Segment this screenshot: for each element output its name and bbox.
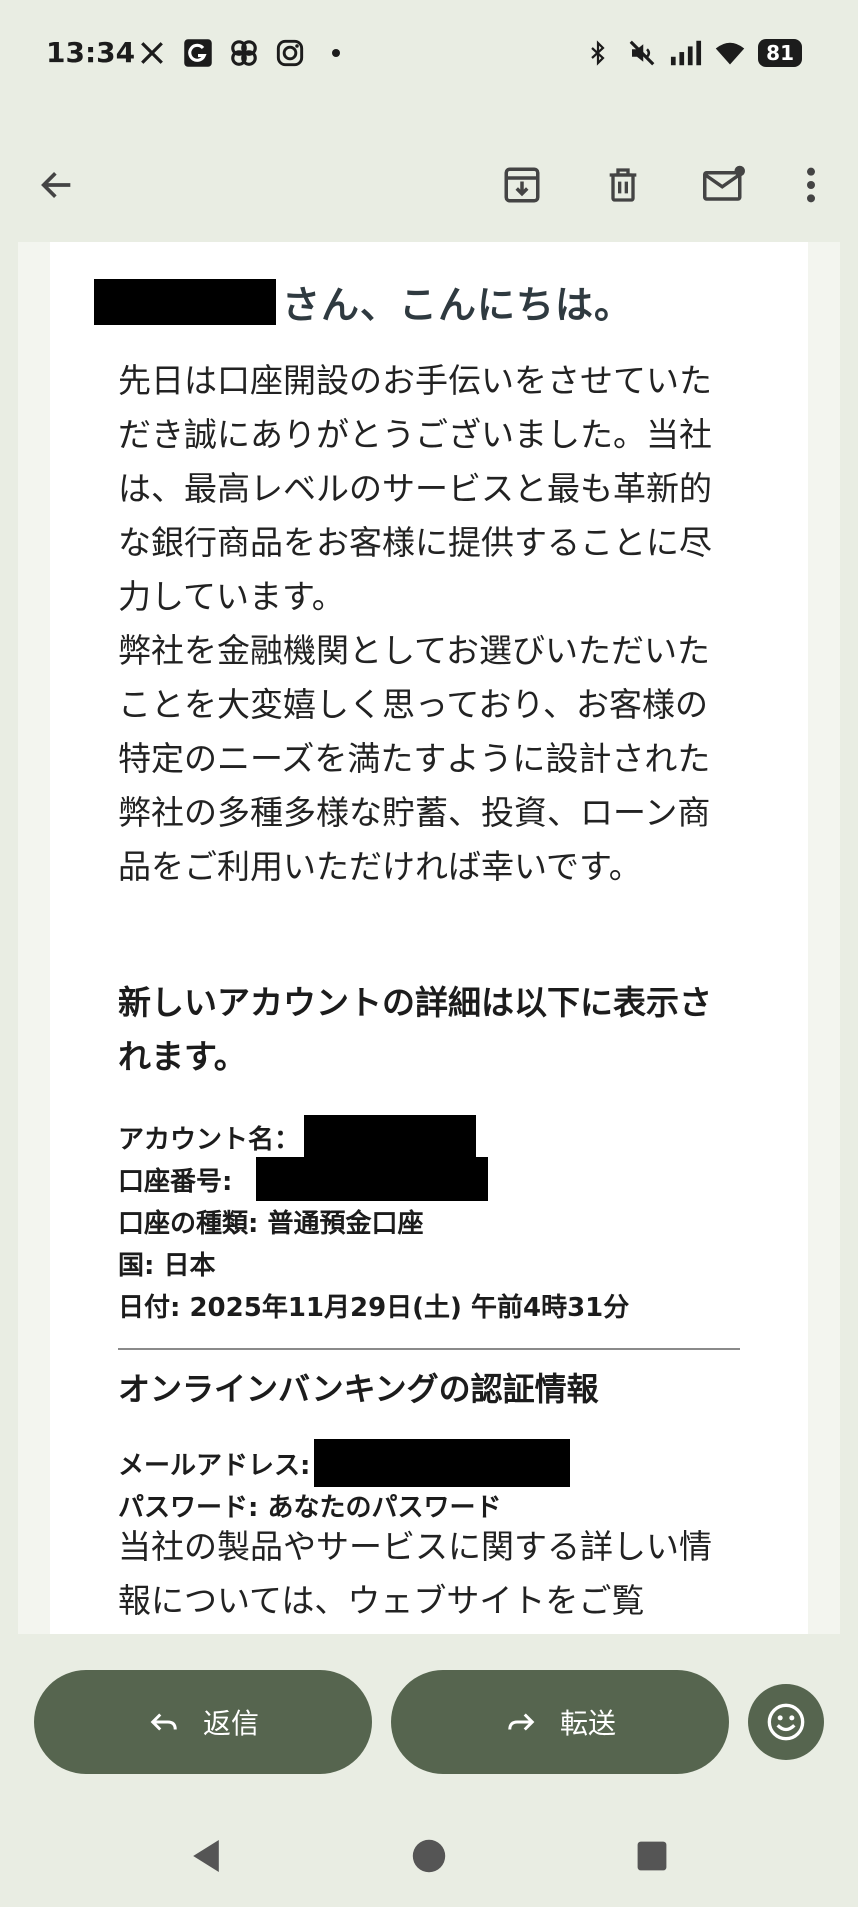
emoji-reaction-button[interactable] — [748, 1684, 824, 1760]
date-row: 日付: 2025年11月29日(土) 午前4時31分 — [118, 1292, 630, 1323]
dot-icon — [320, 37, 352, 69]
triangle-back-icon — [193, 1840, 219, 1872]
instagram-icon — [274, 37, 306, 69]
account-name-label: アカウント名： — [118, 1124, 301, 1155]
paragraph-more-info: 当社の製品やサービスに関する詳しい情報については、ウェブサイトをご覧 — [118, 1527, 712, 1620]
redacted-account-name — [304, 1115, 477, 1159]
bluetooth-icon — [582, 37, 614, 69]
pinwheel-icon — [228, 37, 260, 69]
smiley-icon — [767, 1703, 805, 1741]
email-toolbar — [0, 130, 858, 240]
nav-back-button[interactable] — [186, 1836, 226, 1876]
account-details: アカウント名： 口座番号: 口座の種類: 普通預金口座 国: 日本 日付: 20… — [118, 1115, 738, 1326]
mark-unread-button[interactable] — [689, 150, 759, 220]
nav-home-button[interactable] — [409, 1836, 449, 1876]
email-address-label: メールアドレス: — [118, 1450, 311, 1481]
wifi-icon — [714, 37, 746, 69]
reply-button[interactable]: 返信 — [34, 1670, 372, 1774]
email-address-row: メールアドレス: — [118, 1439, 738, 1487]
archive-icon — [504, 167, 540, 203]
card-gutter-left — [18, 242, 50, 1634]
paragraph-intro: 先日は口座開設のお手伝いをさせていただき誠にありがとうございました。当社は、最高… — [118, 361, 712, 616]
battery-indicator: 81 — [758, 39, 802, 67]
reply-icon — [150, 1713, 177, 1731]
circle-home-icon — [412, 1839, 446, 1873]
details-heading: 新しいアカウントの詳細は以下に表示されます。 — [118, 983, 712, 1076]
greeting-line: さん、こんにちは。 — [94, 274, 633, 329]
credentials: メールアドレス: パスワード: あなたのパスワード — [118, 1439, 738, 1526]
arrow-left-icon — [41, 172, 71, 198]
system-navigation-bar — [0, 1800, 858, 1907]
country-row: 国: 日本 — [118, 1250, 216, 1281]
more-icon — [807, 167, 815, 203]
redacted-name — [94, 278, 276, 325]
credentials-heading: オンラインバンキングの認証情報 — [118, 1370, 599, 1408]
forward-icon — [508, 1713, 535, 1731]
more-options-button[interactable] — [776, 150, 846, 220]
account-name-row: アカウント名： — [118, 1115, 738, 1159]
back-button[interactable] — [22, 150, 92, 220]
status-time: 13:34 — [46, 36, 136, 69]
x-icon — [136, 37, 168, 69]
forward-button[interactable]: 転送 — [391, 1670, 729, 1774]
square-recents-icon — [637, 1841, 667, 1871]
redacted-account-number — [256, 1157, 489, 1201]
delete-button[interactable] — [588, 150, 658, 220]
signal-icon — [670, 37, 702, 69]
nav-recents-button[interactable] — [632, 1836, 672, 1876]
card-gutter-right — [808, 242, 840, 1634]
notification-icons — [136, 36, 352, 70]
account-number-label: 口座番号: — [118, 1166, 233, 1197]
archive-button[interactable] — [487, 150, 557, 220]
account-type-row: 口座の種類: 普通預金口座 — [118, 1208, 424, 1239]
delete-icon — [609, 168, 637, 202]
status-bar: 13:34 81 — [0, 0, 858, 110]
paragraph-thanks: 弊社を金融機関としてお選びいただいたことを大変嬉しく思っており、お客様の特定のニ… — [118, 631, 711, 886]
account-number-row: 口座番号: — [118, 1157, 738, 1201]
system-icons: 81 — [582, 36, 802, 70]
redacted-email — [314, 1439, 571, 1487]
mark-unread-icon — [703, 165, 745, 201]
reply-label: 返信 — [202, 1707, 259, 1740]
app-g-icon — [182, 37, 214, 69]
greeting-text: さん、こんにちは。 — [282, 283, 634, 327]
email-body: さん、こんにちは。 先日は口座開設のお手伝いをさせていただき誠にありがとうござい… — [50, 242, 808, 1634]
divider — [118, 1348, 740, 1350]
mute-icon — [626, 37, 658, 69]
forward-label: 転送 — [559, 1707, 616, 1740]
